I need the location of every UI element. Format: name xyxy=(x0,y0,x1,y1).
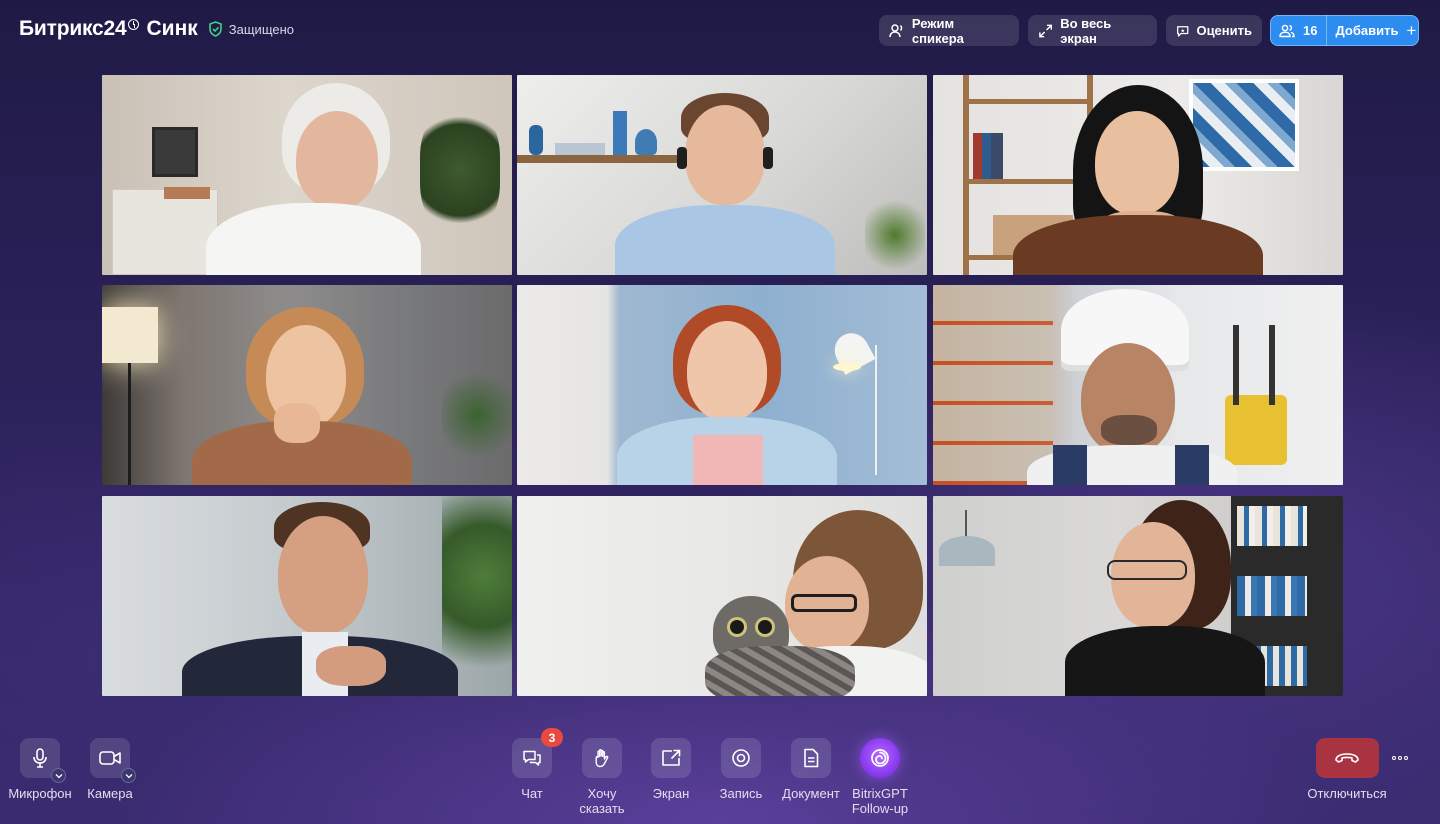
copilot-spiral-icon xyxy=(871,749,889,767)
users-icon xyxy=(1279,24,1295,37)
screen-share-icon xyxy=(662,749,681,766)
document-button[interactable]: Документ xyxy=(776,738,846,801)
rate-button[interactable]: Оценить xyxy=(1166,15,1262,46)
record-label: Запись xyxy=(719,786,763,801)
raise-hand-label: Хочу сказать xyxy=(579,786,624,816)
rate-chat-icon xyxy=(1177,25,1189,37)
fullscreen-button[interactable]: Во весь экран xyxy=(1028,15,1157,46)
speaker-mode-label: Режим спикера xyxy=(911,15,964,46)
gpt-icon-wrap[interactable] xyxy=(860,738,900,778)
screen-icon-wrap[interactable] xyxy=(651,738,691,778)
participants-count[interactable]: 16 xyxy=(1270,15,1328,46)
speaker-mode-button[interactable]: Режим спикера xyxy=(879,15,1019,46)
participant-video-tile[interactable] xyxy=(933,496,1343,696)
camera-icon xyxy=(99,751,121,765)
participant-video-tile[interactable] xyxy=(933,75,1343,275)
raise-hand-label-line2: сказать xyxy=(579,801,625,816)
camera-label: Камера xyxy=(87,786,133,801)
chat-unread-badge: 3 xyxy=(541,728,563,747)
video-grid xyxy=(102,75,1343,696)
camera-icon-wrap[interactable] xyxy=(90,738,136,783)
add-label: Добавить xyxy=(1335,23,1399,38)
more-options-icon[interactable] xyxy=(1389,748,1411,768)
participants-count-value: 16 xyxy=(1303,23,1318,38)
screen-share-button[interactable]: Экран xyxy=(641,738,701,801)
participant-video-tile[interactable] xyxy=(517,285,927,485)
hangup-label: Отключиться xyxy=(1307,786,1387,801)
gpt-label-line2: Follow-up xyxy=(851,801,909,816)
record-icon-wrap[interactable] xyxy=(721,738,761,778)
document-label: Документ xyxy=(782,786,840,801)
microphone-button[interactable]: Микрофон xyxy=(6,738,74,801)
participant-video-tile[interactable] xyxy=(102,496,512,696)
chat-button[interactable]: 3 Чат xyxy=(502,728,563,801)
brand-name: Битрикс24 xyxy=(19,17,127,40)
fullscreen-label: Во весь экран xyxy=(1060,15,1112,46)
participant-video-tile[interactable] xyxy=(102,75,512,275)
raise-hand-button[interactable]: Хочу сказать xyxy=(571,738,633,816)
speaker-user-icon xyxy=(889,23,903,37)
chevron-down-icon[interactable] xyxy=(51,768,66,783)
chat-label: Чат xyxy=(521,786,543,801)
add-participants-button[interactable]: 16 Добавить + xyxy=(1270,15,1419,46)
brand: Битрикс24 Синк Защищено xyxy=(19,17,294,41)
hangup-button[interactable]: Отключиться xyxy=(1300,738,1394,801)
more-dot xyxy=(1404,756,1408,760)
gpt-label: BitrixGPT Follow-up xyxy=(852,786,908,816)
more-dot xyxy=(1398,756,1402,760)
phone-hangup-icon xyxy=(1335,753,1359,763)
microphone-label: Микрофон xyxy=(8,786,72,801)
hangup-icon-wrap[interactable] xyxy=(1315,738,1379,778)
shield-check-icon xyxy=(208,21,222,37)
camera-button[interactable]: Камера xyxy=(80,738,140,801)
secure-label: Защищено xyxy=(228,21,295,37)
participant-video-tile[interactable] xyxy=(517,496,927,696)
secure-status: Защищено xyxy=(208,21,294,37)
raise-hand-label-line1: Хочу xyxy=(587,786,617,801)
bitrixgpt-followup-button[interactable]: BitrixGPT Follow-up xyxy=(845,738,915,816)
rate-label: Оценить xyxy=(1196,23,1252,38)
chevron-down-icon[interactable] xyxy=(121,768,136,783)
more-dot xyxy=(1392,756,1396,760)
clock-icon xyxy=(127,18,139,30)
gpt-label-line1: BitrixGPT xyxy=(852,786,908,801)
chat-icon-wrap[interactable]: 3 xyxy=(512,728,563,778)
participant-video-tile[interactable] xyxy=(102,285,512,485)
plus-icon: + xyxy=(1406,20,1417,40)
record-button[interactable]: Запись xyxy=(711,738,771,801)
hand-icon xyxy=(595,749,609,768)
document-icon-wrap[interactable] xyxy=(791,738,831,778)
add-label-wrap: Добавить + xyxy=(1327,21,1424,41)
microphone-icon xyxy=(33,748,47,768)
chat-icon xyxy=(523,750,541,766)
record-icon xyxy=(732,749,750,767)
hand-icon-wrap[interactable] xyxy=(582,738,622,778)
call-header: Битрикс24 Синк Защищено Режим спикера Во… xyxy=(0,0,1440,62)
document-icon xyxy=(804,748,819,768)
microphone-icon-wrap[interactable] xyxy=(20,738,66,783)
expand-icon xyxy=(1039,24,1053,37)
participant-video-tile[interactable] xyxy=(933,285,1343,485)
participant-video-tile[interactable] xyxy=(517,75,927,275)
screen-label: Экран xyxy=(652,786,690,801)
brand-product: Синк xyxy=(146,17,198,40)
